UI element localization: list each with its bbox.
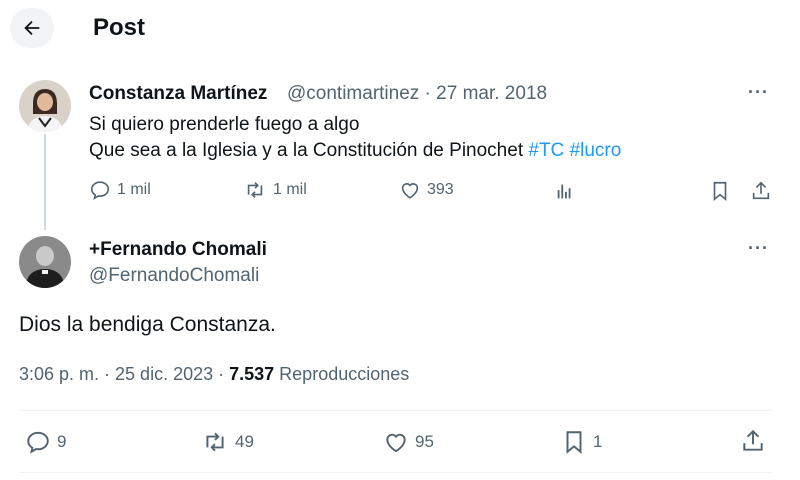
post-text-fragment: Que sea a la Iglesia y a la Constitución… — [89, 140, 529, 161]
more-options-button[interactable]: ··· — [748, 238, 769, 259]
like-button[interactable]: 95 — [383, 429, 434, 455]
reply-button[interactable]: 9 — [25, 429, 66, 455]
avatar-fernando[interactable] — [19, 236, 71, 288]
post-text: Dios la bendiga Constanza. — [19, 313, 276, 336]
heart-icon — [401, 183, 419, 199]
reply-count: 9 — [57, 432, 67, 451]
post-text-line: Que sea a la Iglesia y a la Constitución… — [89, 138, 621, 164]
author-name[interactable]: +Fernando Chomali — [89, 239, 267, 261]
reply-count: 1 mil — [117, 181, 151, 198]
repost-count: 1 mil — [273, 181, 307, 198]
thread-connector-line — [44, 134, 46, 230]
bookmark-icon — [566, 431, 582, 454]
avatar-constanza[interactable] — [19, 80, 71, 132]
share-icon — [752, 181, 770, 200]
reply-icon — [90, 181, 110, 200]
repost-icon — [206, 432, 224, 452]
more-options-button[interactable]: ··· — [748, 82, 769, 103]
like-count: 95 — [415, 432, 434, 451]
like-count: 393 — [427, 181, 454, 198]
repost-count: 49 — [235, 432, 254, 451]
author-handle[interactable]: @FernandoChomali — [89, 265, 259, 287]
profile-photo-icon — [19, 80, 71, 132]
hashtag-link[interactable]: #TC — [528, 140, 564, 161]
reply-icon — [27, 431, 49, 454]
views-count: 7.537 — [229, 364, 275, 384]
share-button[interactable] — [750, 180, 772, 202]
like-button[interactable]: 393 — [399, 179, 454, 201]
reply-button[interactable]: 1 mil — [89, 179, 151, 201]
bookmark-icon — [713, 181, 727, 202]
repost-icon — [247, 182, 263, 198]
bookmark-count: 1 — [593, 432, 603, 451]
post-text: Si quiero prenderle fuego a algo Que sea… — [89, 112, 621, 164]
top-bar: Post — [0, 0, 800, 56]
hashtag-link[interactable]: #lucro — [570, 140, 622, 161]
back-button[interactable] — [10, 8, 54, 48]
arrow-left-icon — [24, 20, 40, 36]
share-icon — [743, 429, 763, 451]
bookmark-button[interactable]: 1 — [561, 429, 602, 455]
post-timestamp[interactable]: 3:06 p. m. · 25 dic. 2023 · — [19, 364, 229, 384]
page-title: Post — [93, 14, 146, 41]
repost-button[interactable]: 1 mil — [243, 179, 307, 201]
views-label: Reproducciones — [274, 364, 410, 384]
post-text-line: Si quiero prenderle fuego a algo — [89, 114, 360, 135]
heart-icon — [386, 433, 406, 453]
share-button[interactable] — [740, 428, 766, 454]
bookmark-button[interactable] — [709, 180, 731, 202]
author-handle-date[interactable]: @contimartinez · 27 mar. 2018 — [287, 83, 547, 105]
author-name[interactable]: Constanza Martínez — [89, 83, 267, 105]
post-metadata: 3:06 p. m. · 25 dic. 2023 · 7.537 Reprod… — [19, 364, 409, 385]
divider — [19, 410, 771, 411]
profile-photo-icon — [19, 236, 71, 288]
repost-button[interactable]: 49 — [201, 429, 254, 455]
analytics-icon — [557, 184, 571, 199]
views-button[interactable] — [554, 180, 576, 202]
divider — [19, 472, 771, 473]
